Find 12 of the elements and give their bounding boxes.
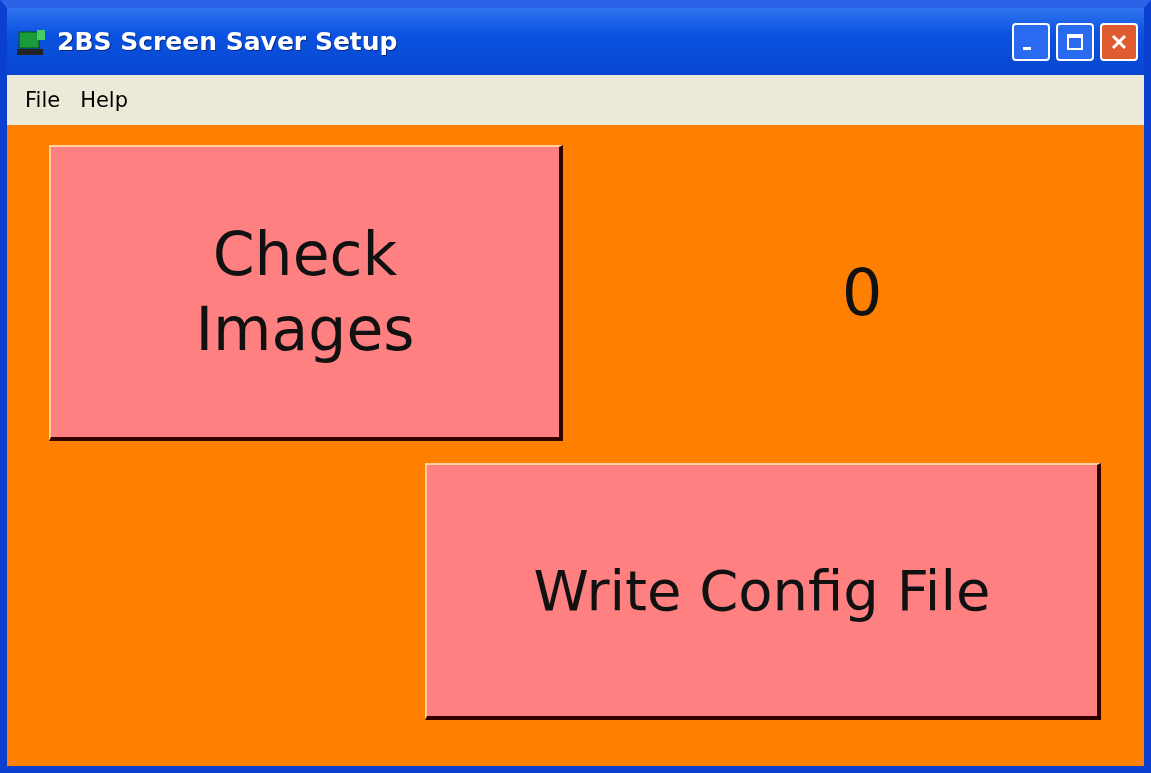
maximize-button[interactable] <box>1056 22 1094 61</box>
menu-item[interactable]: File <box>25 88 61 112</box>
image-count: 0 <box>841 256 883 330</box>
check-images-button[interactable]: Check Images <box>49 145 563 441</box>
close-button[interactable] <box>1100 22 1138 61</box>
write-config-button[interactable]: Write Config File <box>425 463 1101 720</box>
window-title: 2BS Screen Saver Setup <box>57 27 399 56</box>
minimize-button[interactable] <box>1012 22 1050 61</box>
minimize-icon <box>1023 47 1031 50</box>
monitor-icon <box>17 27 47 56</box>
maximize-icon <box>1065 31 1085 52</box>
menu-item[interactable]: Help <box>80 88 129 112</box>
